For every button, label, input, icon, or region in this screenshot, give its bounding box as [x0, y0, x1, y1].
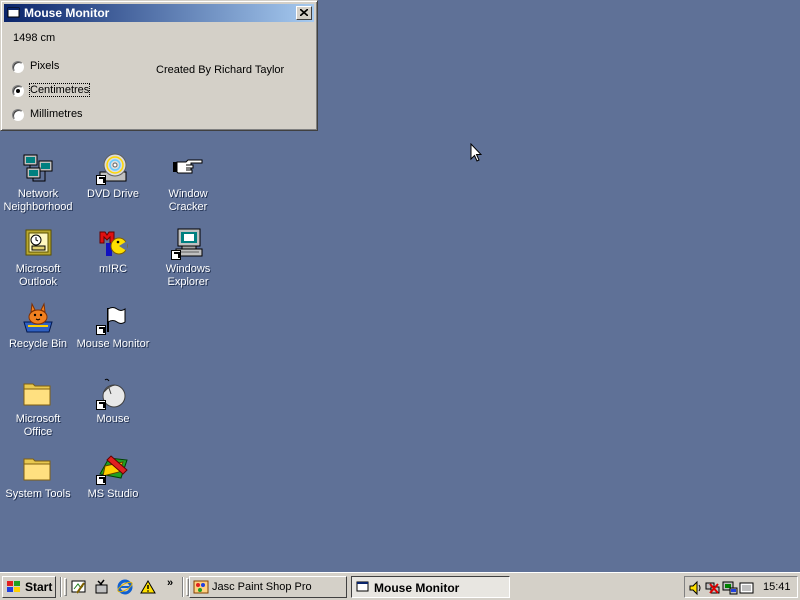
- desktop-icon-windows-explorer[interactable]: Windows Explorer: [150, 227, 226, 289]
- desktop-icon-recycle-bin[interactable]: Recycle Bin: [0, 302, 76, 351]
- radio-button[interactable]: [12, 109, 24, 121]
- app-window-icon: [356, 581, 369, 592]
- taskbar: Start » Jasc Paint Shop Pro Mouse Monito…: [0, 572, 800, 600]
- windows-logo-icon: [7, 581, 20, 592]
- desktop-icon-ms-studio[interactable]: MS Studio: [75, 452, 151, 501]
- warning-icon[interactable]: [140, 579, 156, 595]
- display-icon[interactable]: [722, 580, 738, 596]
- outlook-icon: [25, 229, 52, 256]
- close-icon: [300, 9, 308, 16]
- network-icon: [23, 154, 53, 182]
- desktop-icon-network-neighborhood[interactable]: Network Neighborhood: [0, 152, 76, 214]
- radio-label[interactable]: Millimetres: [30, 108, 83, 120]
- mouse-cursor-icon: [470, 143, 482, 162]
- radio-button-checked[interactable]: [12, 85, 24, 97]
- icon-label: System Tools: [5, 488, 71, 500]
- task-scheduler-icon[interactable]: [739, 580, 755, 596]
- pointing-hand-icon: [173, 159, 203, 174]
- icon-label: Window Cracker: [168, 188, 208, 213]
- icon-label: MS Studio: [87, 488, 139, 500]
- show-desktop-icon[interactable]: [71, 579, 87, 595]
- shortcut-arrow-icon: [96, 325, 106, 335]
- recycle-bin-icon: [23, 302, 53, 333]
- desktop-icon-microsoft-office[interactable]: Microsoft Office: [0, 377, 76, 439]
- icon-label: Mouse Monitor: [76, 338, 150, 350]
- desktop-icon-microsoft-outlook[interactable]: Microsoft Outlook: [0, 227, 76, 289]
- desktop-icon-dvd-drive[interactable]: DVD Drive: [75, 152, 151, 201]
- shortcut-arrow-icon: [96, 400, 106, 410]
- volume-icon[interactable]: [688, 580, 704, 596]
- credit-text: Created By Richard Taylor: [156, 64, 285, 76]
- radio-button[interactable]: [12, 61, 24, 73]
- radio-label[interactable]: Pixels: [30, 60, 59, 72]
- start-label: Start: [25, 580, 53, 594]
- tools-icon[interactable]: [94, 579, 110, 595]
- mirc-icon: [99, 231, 128, 256]
- desktop-icon-mouse[interactable]: Mouse: [75, 377, 151, 426]
- desktop-icon-system-tools[interactable]: System Tools: [0, 452, 76, 501]
- taskbar-separator: [182, 577, 184, 597]
- app-window-icon: [7, 7, 20, 18]
- window-title: Mouse Monitor: [24, 6, 110, 20]
- shortcut-arrow-icon: [96, 175, 106, 185]
- icon-label: Windows Explorer: [165, 263, 211, 288]
- title-bar[interactable]: Mouse Monitor: [4, 4, 314, 22]
- icon-label: DVD Drive: [87, 188, 139, 200]
- task-button-label: Jasc Paint Shop Pro: [212, 581, 312, 593]
- task-button-paint-shop-pro[interactable]: Jasc Paint Shop Pro: [189, 576, 347, 598]
- network-disconnected-icon[interactable]: [705, 580, 721, 596]
- folder-icon: [23, 383, 51, 406]
- close-button[interactable]: [296, 6, 312, 20]
- icon-label: Recycle Bin: [8, 338, 68, 350]
- icon-label: mIRC: [98, 263, 128, 275]
- desktop-icon-window-cracker[interactable]: Window Cracker: [150, 152, 226, 214]
- icon-label: Microsoft Office: [15, 413, 61, 438]
- system-tray: 15:41: [684, 576, 798, 598]
- shortcut-arrow-icon: [171, 250, 181, 260]
- icon-label: Network Neighborhood: [3, 188, 73, 213]
- taskbar-separator: [60, 577, 62, 597]
- icon-label: Microsoft Outlook: [15, 263, 61, 288]
- shortcut-arrow-icon: [96, 475, 106, 485]
- distance-readout: 1498 cm: [13, 32, 56, 44]
- task-button-label: Mouse Monitor: [374, 581, 460, 595]
- start-button[interactable]: Start: [2, 576, 56, 598]
- quick-launch-grip[interactable]: [64, 578, 67, 596]
- desktop-icon-mirc[interactable]: mIRC: [75, 227, 151, 276]
- internet-explorer-icon[interactable]: [117, 579, 133, 595]
- folder-icon: [23, 458, 51, 481]
- quick-launch-more-icon[interactable]: »: [167, 577, 173, 589]
- paint-shop-pro-icon: [193, 580, 209, 594]
- radio-label[interactable]: Centimetres: [28, 83, 91, 97]
- desktop-icon-mouse-monitor[interactable]: Mouse Monitor: [75, 302, 151, 351]
- mouse-monitor-window: Mouse Monitor 1498 cm Pixels Centimetres…: [0, 0, 318, 131]
- task-button-mouse-monitor[interactable]: Mouse Monitor: [351, 576, 510, 598]
- icon-label: Mouse: [96, 413, 130, 425]
- taskbar-clock[interactable]: 15:41: [763, 581, 791, 593]
